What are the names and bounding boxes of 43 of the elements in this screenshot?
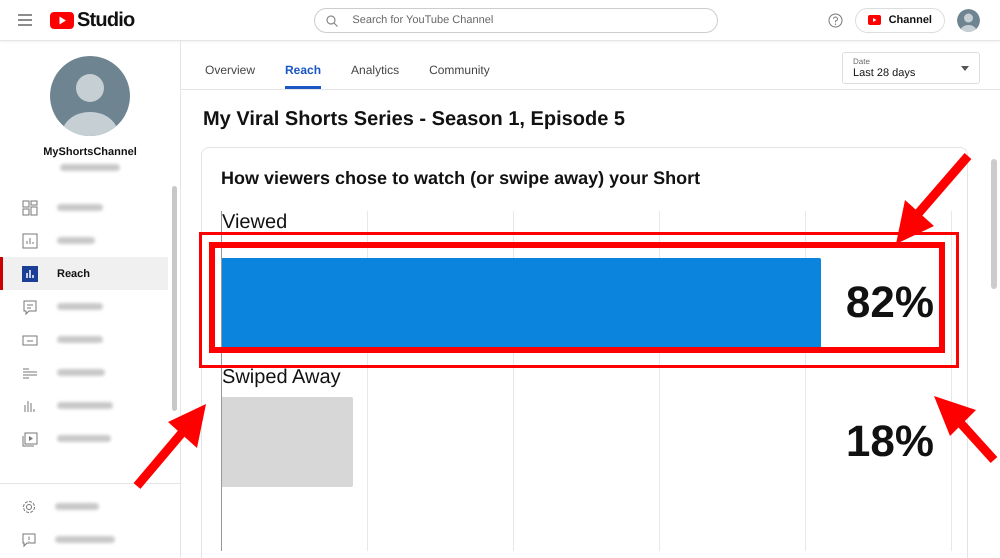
blurred-label (57, 402, 113, 409)
sidebar-item[interactable]: Reach (0, 257, 168, 290)
blurred-label (57, 237, 95, 244)
logo-text: Studio (77, 8, 134, 32)
card-title: How viewers chose to watch (or swipe away) your Short (221, 168, 702, 189)
chart-icon (21, 232, 39, 250)
tab[interactable]: Overview (205, 63, 256, 89)
blurred-label (57, 435, 111, 442)
sidebar-label: Reach (57, 268, 90, 280)
play-logo-icon (50, 12, 74, 28)
search-icon (326, 14, 338, 26)
comment-icon (21, 298, 39, 316)
channel-button[interactable]: Channel (854, 8, 945, 32)
bar-value: 18% (846, 417, 934, 467)
blurred-label (55, 536, 115, 543)
date-label: Date (853, 57, 871, 66)
arrow (934, 396, 998, 464)
tab[interactable]: Analytics (351, 63, 400, 89)
chart-icon (21, 264, 39, 282)
search-field[interactable]: Search for YouTube Channel (314, 8, 718, 32)
caret-icon (961, 66, 969, 70)
bar-value: 82% (846, 278, 934, 328)
date-dropdown[interactable]: Date Last 28 days (842, 52, 980, 84)
help-icon[interactable] (828, 12, 843, 28)
blurred-label (55, 503, 99, 510)
bar-label: Swiped Away (222, 366, 342, 389)
blurred-label (57, 369, 105, 376)
tab[interactable]: Community (429, 63, 490, 89)
grid-icon (21, 198, 39, 216)
feedback-icon (21, 532, 37, 548)
blurred-label (57, 336, 103, 343)
avatar-icon[interactable] (957, 8, 980, 32)
menu-icon[interactable] (18, 14, 32, 26)
settings-icon (21, 498, 37, 514)
tab[interactable]: Reach (285, 63, 322, 89)
video-title: My Viral Shorts Series - Season 1, Episode 5 (203, 108, 626, 131)
play-logo-icon (868, 15, 881, 25)
date-value: Last 28 days (853, 67, 916, 79)
blurred-label (57, 303, 103, 310)
bar-label: Viewed (222, 211, 288, 234)
channel-name: MyShortsChannel (42, 146, 138, 158)
blurred-label (57, 204, 103, 211)
play-icon (21, 430, 39, 448)
